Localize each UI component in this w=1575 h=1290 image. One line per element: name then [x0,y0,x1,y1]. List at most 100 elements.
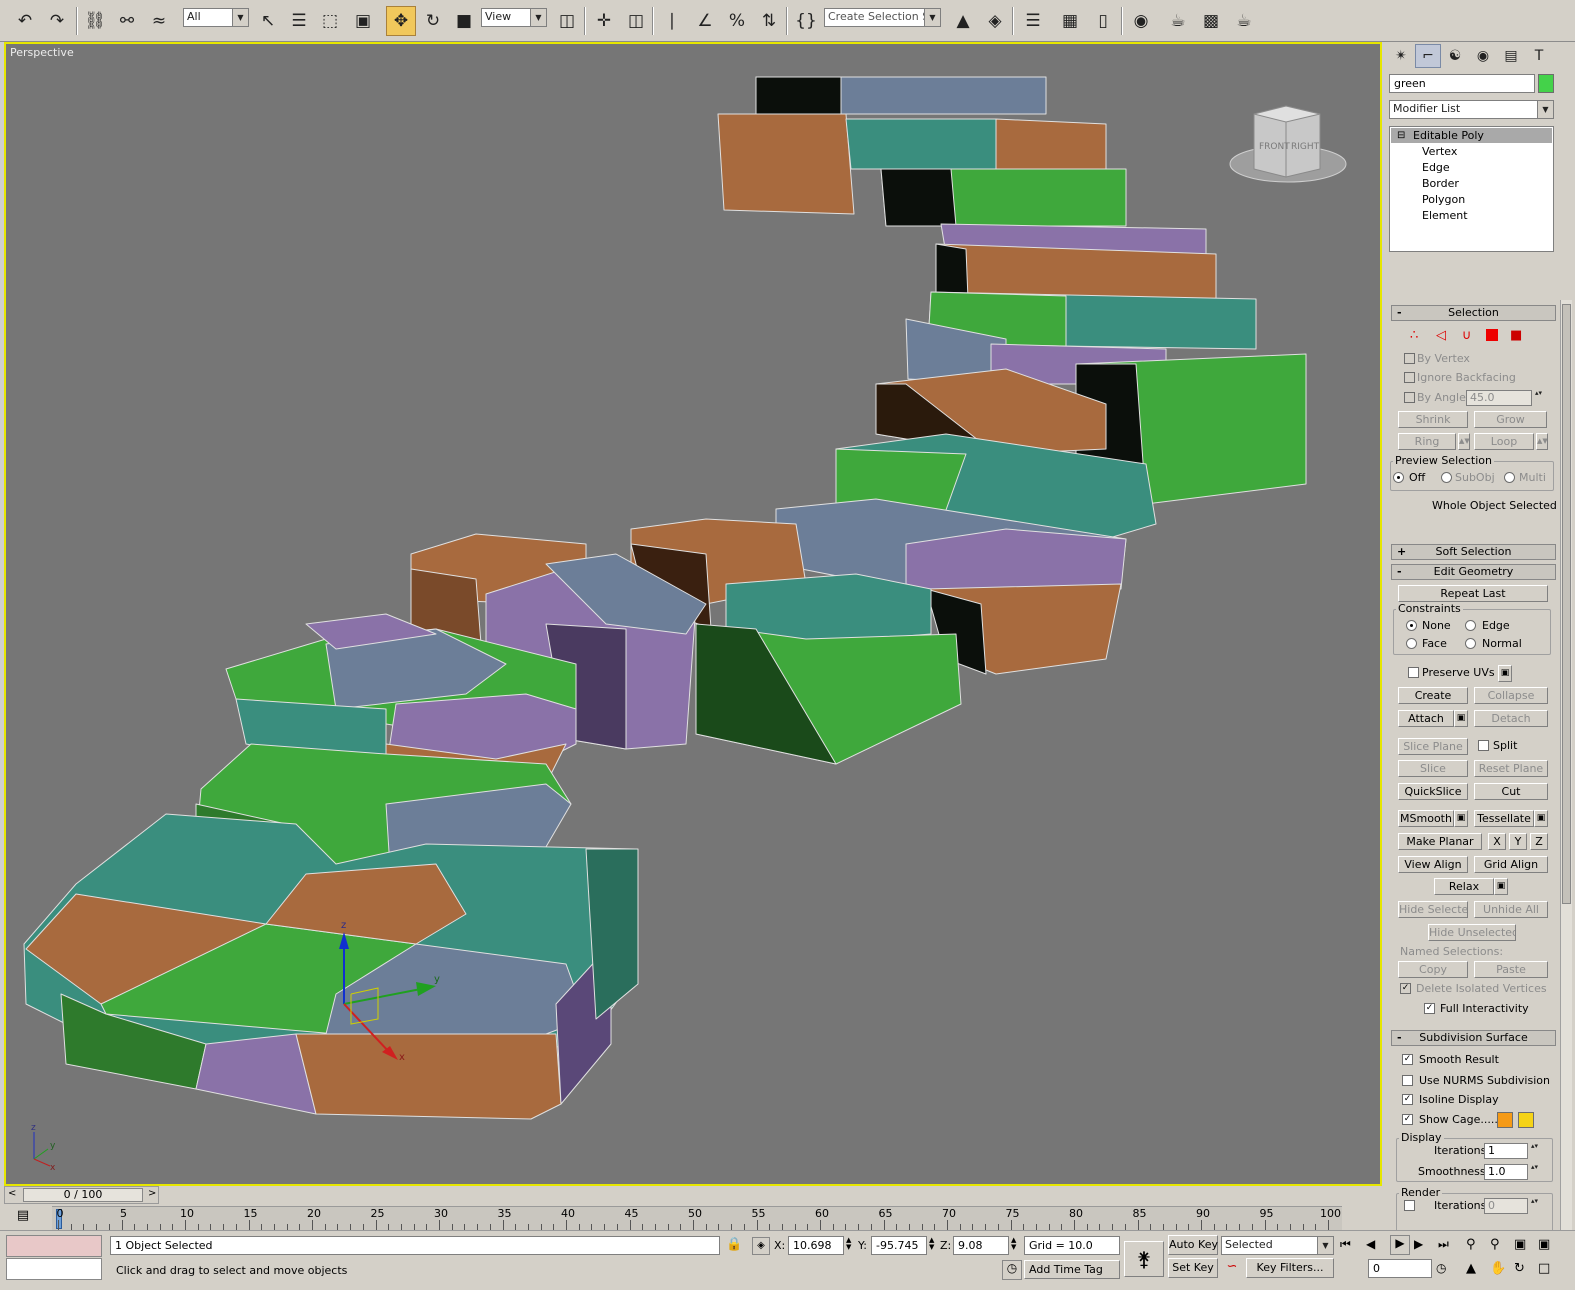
bind-space-warp-icon[interactable]: ≈ [144,6,174,36]
render-setup-icon[interactable]: ☕ [1163,6,1193,36]
preview-subobj-radio[interactable] [1441,472,1452,483]
make-planar-button[interactable]: Make Planar [1398,833,1482,850]
selection-rollout-header[interactable]: - Selection [1391,305,1556,321]
x-spinner-icon[interactable]: ▲ ▼ [846,1237,851,1251]
loop-spinner[interactable]: ▲▼ [1536,433,1548,450]
zoom-all-icon[interactable]: ⚲ [1490,1237,1500,1252]
link-icon[interactable]: ⛓ [80,6,110,36]
time-config-icon[interactable]: ◷ [1436,1261,1446,1275]
set-key-button[interactable]: Set Key [1168,1258,1218,1278]
hide-unselected-button[interactable]: Hide Unselected [1428,924,1516,941]
layers-icon[interactable]: ☰ [1018,6,1048,36]
stack-item-element[interactable]: Element [1422,209,1468,222]
display-tab-icon[interactable]: ▤ [1498,44,1524,68]
play-icon[interactable]: ▶ [1390,1235,1410,1255]
cut-button[interactable]: Cut [1474,783,1548,800]
current-frame-field[interactable]: 0 [1368,1259,1432,1278]
constraint-edge-radio[interactable] [1465,620,1476,631]
add-time-tag-button[interactable]: Add Time Tag [1024,1260,1120,1279]
select-cursor-icon[interactable]: ↖ [253,6,283,36]
view-align-button[interactable]: View Align [1398,856,1468,873]
stack-item-vertex[interactable]: Vertex [1422,145,1457,158]
zoom-extents-all-icon[interactable]: ▣ [1538,1237,1550,1252]
constraint-none-radio[interactable] [1406,620,1417,631]
ring-button[interactable]: Ring [1398,433,1456,450]
constraint-normal-radio[interactable] [1465,638,1476,649]
y-coord-field[interactable]: -95.745 [871,1236,927,1255]
scrollbar-thumb[interactable] [1562,304,1571,904]
by-angle-spinner[interactable]: 45.0 [1466,389,1543,406]
zoom-extents-icon[interactable]: ▣ [1514,1237,1526,1252]
edge-mode-icon[interactable]: ◁ [1436,328,1446,343]
repeat-last-button[interactable]: Repeat Last [1398,585,1548,602]
time-slider[interactable]: < 0 / 100 > [4,1186,159,1204]
x-coord-field[interactable]: 10.698 [788,1236,844,1255]
pivot-icon[interactable]: ◫ [552,6,582,36]
paste-button[interactable]: Paste [1474,961,1548,978]
object-color-swatch[interactable] [1538,74,1554,93]
grow-button[interactable]: Grow [1474,411,1547,428]
absolute-mode-icon[interactable]: ◈ [752,1237,770,1255]
planar-z-button[interactable]: Z [1530,833,1548,850]
attach-button[interactable]: Attach [1398,710,1454,727]
move-icon[interactable]: ✥ [386,6,416,36]
y-spinner-icon[interactable]: ▲ ▼ [929,1237,934,1251]
use-nurms-checkbox[interactable] [1402,1075,1413,1086]
preserve-uvs-checkbox[interactable] [1408,667,1419,678]
ignore-backfacing-checkbox[interactable] [1404,372,1415,383]
tessellate-settings-icon[interactable]: ▣ [1534,810,1548,827]
undo-icon[interactable]: ↶ [10,6,40,36]
hierarchy-tab-icon[interactable]: ☯ [1442,44,1468,68]
next-frame-icon[interactable]: ▶ [1414,1237,1423,1251]
smoothness-spinner[interactable]: 1.0 [1484,1163,1539,1180]
quickslice-button[interactable]: QuickSlice [1398,783,1468,800]
modifier-list-dropdown[interactable]: Modifier List ▼ [1389,100,1554,119]
rect-region-icon[interactable]: ⬚ [315,6,345,36]
angle-snap-icon[interactable]: ∠ [690,6,720,36]
key-filters-button[interactable]: Key Filters... [1246,1258,1334,1278]
maxscript-listener-mini[interactable] [6,1235,102,1257]
rotate-icon[interactable]: ↻ [418,6,448,36]
slice-button[interactable]: Slice [1398,760,1468,777]
polygon-mode-icon[interactable] [1486,329,1498,341]
vertex-mode-icon[interactable]: ∴ [1410,328,1418,343]
zoom-icon[interactable]: ⚲ [1466,1237,1476,1252]
manipulate-icon[interactable]: ✛ [589,6,619,36]
motion-tab-icon[interactable]: ◉ [1470,44,1496,68]
render-iterations-spinner[interactable]: 0 [1484,1197,1539,1214]
cage-color-swatch-2[interactable] [1518,1112,1534,1128]
z-spinner-icon[interactable]: ▲ ▼ [1011,1237,1016,1251]
constraint-face-radio[interactable] [1406,638,1417,649]
selection-filter-dropdown[interactable]: All ▼ [183,8,249,27]
curve-editor-icon[interactable]: ▦ [1055,6,1085,36]
named-selection-dropdown[interactable]: Create Selection Set ▼ [824,8,941,27]
rendered-frame-icon[interactable]: ▩ [1196,6,1226,36]
auto-key-button[interactable]: Auto Key [1168,1235,1218,1255]
stack-item-editable-poly[interactable]: ⊟ Editable Poly [1391,128,1552,143]
percent-snap-icon[interactable]: % [722,6,752,36]
attach-settings-icon[interactable]: ▣ [1454,710,1468,727]
preview-multi-radio[interactable] [1504,472,1515,483]
delete-isolated-checkbox[interactable]: ✓ [1400,983,1411,994]
material-editor-icon[interactable]: ◉ [1126,6,1156,36]
by-vertex-checkbox[interactable] [1404,353,1415,364]
msmooth-button[interactable]: MSmooth [1398,810,1454,827]
key-tangent-icon[interactable]: ∽ [1221,1259,1243,1279]
render-iterations-checkbox[interactable] [1404,1200,1415,1211]
planar-y-button[interactable]: Y [1509,833,1527,850]
element-mode-icon[interactable]: ■ [1510,328,1522,343]
z-coord-field[interactable]: 9.08 [953,1236,1009,1255]
time-tag-icon[interactable]: ◷ [1002,1260,1022,1280]
preserve-uvs-settings-icon[interactable]: ▣ [1498,665,1512,682]
stack-item-polygon[interactable]: Polygon [1422,193,1465,206]
border-mode-icon[interactable]: ∪ [1462,328,1472,343]
utilities-tab-icon[interactable]: T [1526,44,1552,68]
align-icon[interactable]: ◈ [980,6,1010,36]
lock-icon[interactable]: 🔒 [726,1237,742,1252]
copy-button[interactable]: Copy [1398,961,1468,978]
command-panel-scrollbar[interactable] [1560,300,1572,1230]
ring-spinner[interactable]: ▲▼ [1458,433,1470,450]
slice-plane-button[interactable]: Slice Plane [1398,738,1468,755]
chevron-right-icon[interactable]: > [148,1188,156,1199]
chevron-left-icon[interactable]: < [8,1188,16,1199]
